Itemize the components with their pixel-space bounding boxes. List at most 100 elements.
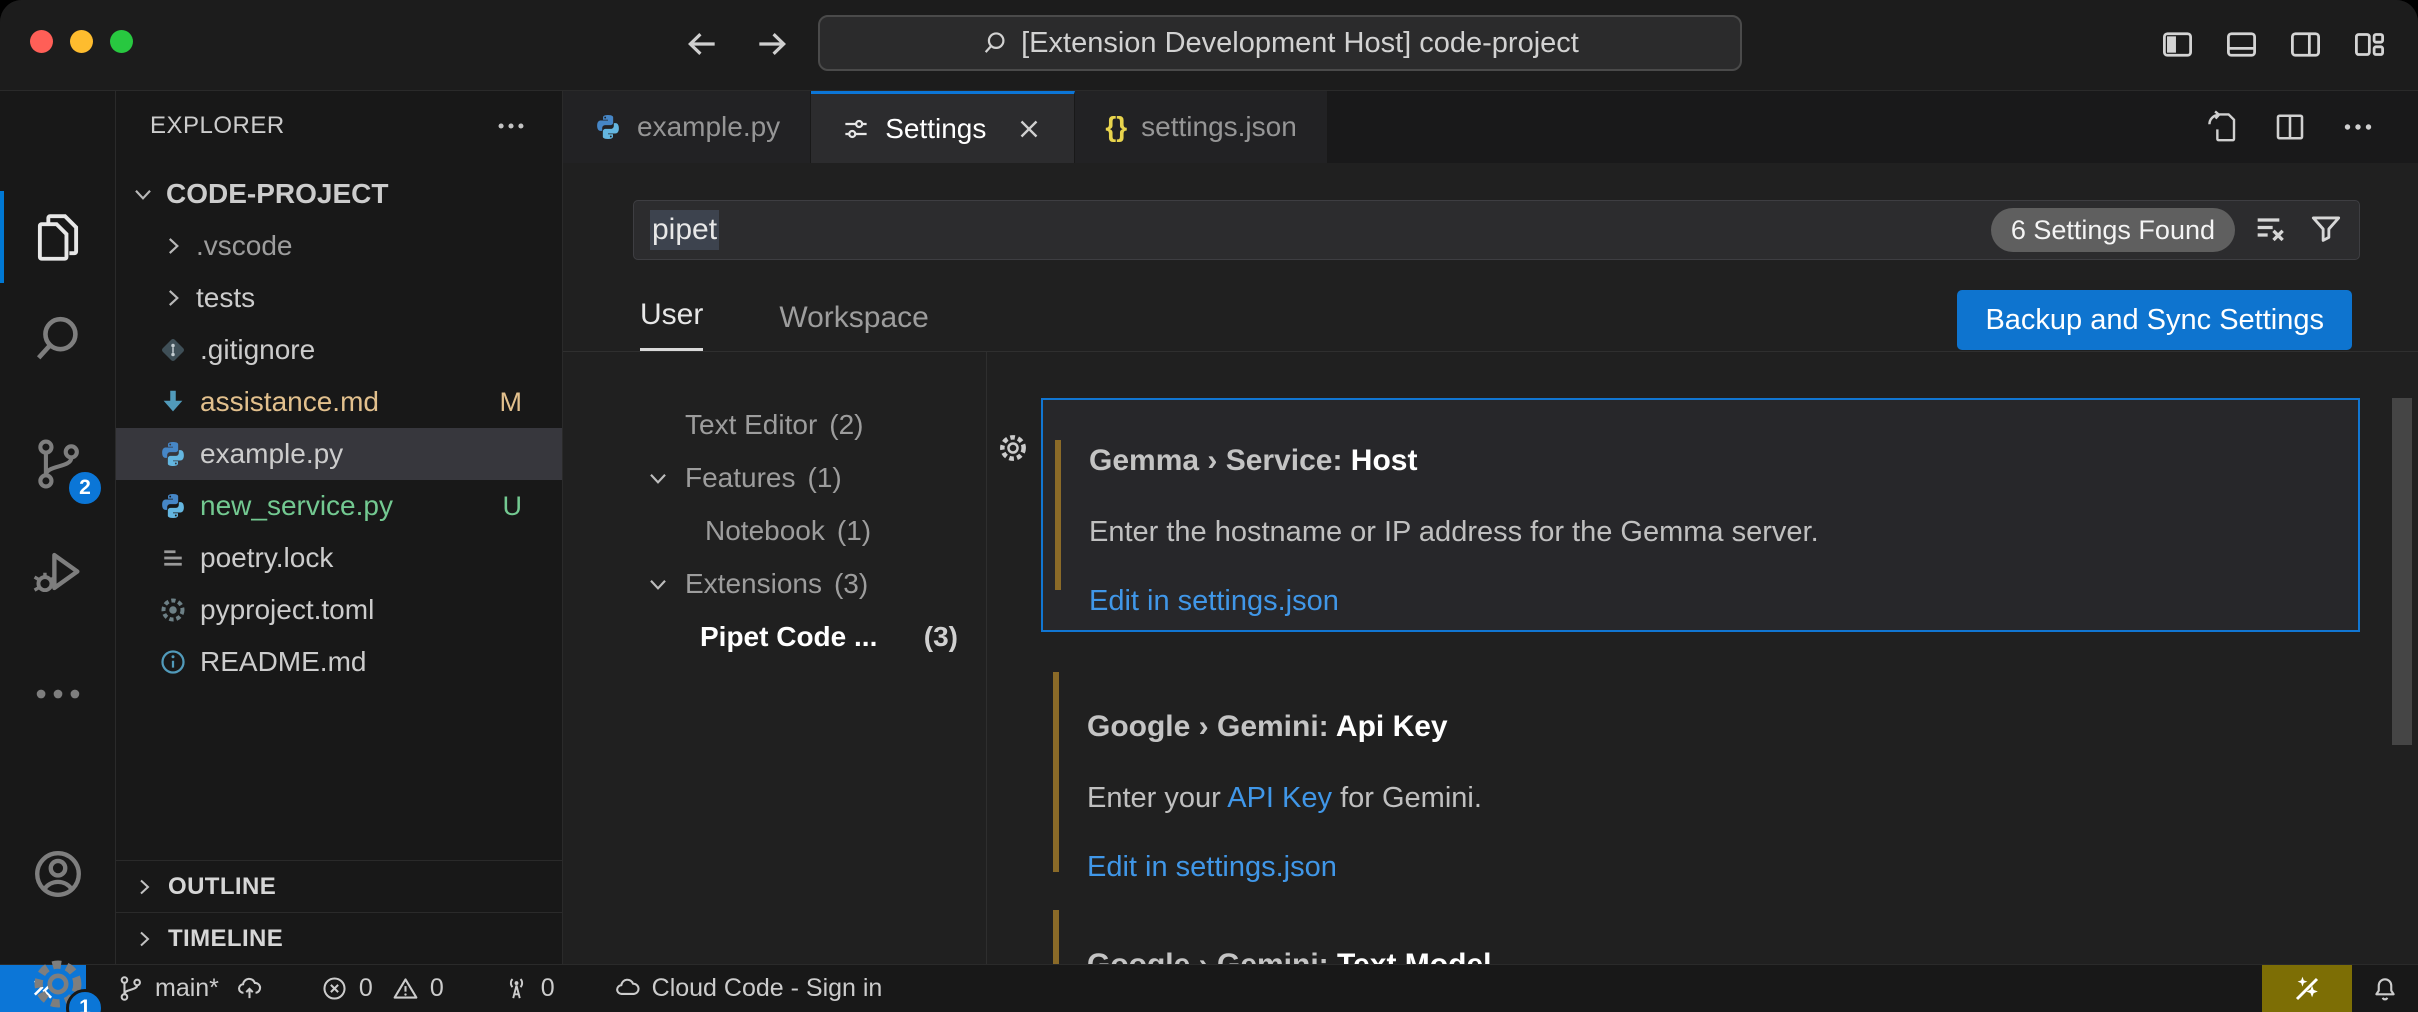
git-status-badge: U	[503, 491, 523, 522]
navigate-back-button[interactable]	[680, 22, 724, 66]
backup-sync-settings-button[interactable]: Backup and Sync Settings	[1957, 290, 2352, 350]
git-branch-icon	[116, 974, 145, 1003]
cloud-code-status-item[interactable]: Cloud Code - Sign in	[597, 974, 899, 1003]
toc-notebook[interactable]: Notebook (1)	[563, 504, 986, 557]
run-debug-icon[interactable]	[29, 543, 87, 601]
timeline-section-header[interactable]: TIMELINE	[116, 912, 562, 964]
tree-root-code-project[interactable]: CODE-PROJECT	[116, 168, 562, 220]
more-actions-icon[interactable]	[2340, 109, 2376, 145]
navigate-forward-button[interactable]	[750, 22, 794, 66]
minimize-window-button[interactable]	[70, 30, 93, 53]
settings-toc: Text Editor (2) Features (1) Notebook (1…	[563, 352, 987, 964]
branch-status-item[interactable]: main*	[100, 974, 280, 1003]
toggle-panel-icon[interactable]	[2223, 26, 2260, 63]
status-bar: main* 0 0 0 Cloud Code - Sign in	[0, 964, 2418, 1012]
problems-status-item[interactable]: 0 0	[304, 974, 460, 1003]
accounts-icon[interactable]	[29, 845, 87, 903]
zoom-window-button[interactable]	[110, 30, 133, 53]
explorer-icon[interactable]	[29, 208, 87, 266]
error-icon	[320, 974, 349, 1003]
tree-item-vscode[interactable]: .vscode	[116, 220, 562, 272]
edit-in-settings-json-link[interactable]: Edit in settings.json	[1089, 585, 2358, 618]
info-icon	[158, 647, 188, 677]
close-window-button[interactable]	[30, 30, 53, 53]
search-icon	[981, 29, 1009, 57]
tree-item-poetry-lock[interactable]: poetry.lock	[116, 532, 562, 584]
chevron-right-icon	[132, 875, 156, 899]
settings-scrollbar[interactable]	[2392, 398, 2412, 745]
editor-group: example.py Settings {} settings.json	[563, 91, 2418, 964]
sidebar-title: EXPLORER	[150, 112, 285, 140]
window-title: [Extension Development Host] code-projec…	[1021, 27, 1579, 60]
settings-body: Text Editor (2) Features (1) Notebook (1…	[563, 352, 2418, 964]
split-editor-icon[interactable]	[2272, 109, 2308, 145]
tree-item-readme-md[interactable]: README.md	[116, 636, 562, 688]
settings-editor: pipet 6 Settings Found User Workspace Ba…	[563, 163, 2418, 964]
toc-text-editor[interactable]: Text Editor (2)	[563, 398, 986, 451]
settings-scope-tabs: User Workspace Backup and Sync Settings	[563, 260, 2418, 352]
tab-settings-json[interactable]: {} settings.json	[1075, 91, 1327, 163]
modified-indicator	[1053, 910, 1059, 964]
setting-google-gemini-text-model[interactable]: Google › Gemini: Text Model	[1041, 904, 2360, 964]
python-icon	[158, 439, 188, 469]
search-view-icon[interactable]	[29, 310, 87, 368]
tree-item-new-service-py[interactable]: new_service.py U	[116, 480, 562, 532]
setting-gemma-service-host[interactable]: Gemma › Service: Host Enter the hostname…	[1041, 398, 2360, 632]
tree-item-example-py[interactable]: example.py	[116, 428, 562, 480]
toggle-primary-sidebar-icon[interactable]	[2159, 26, 2196, 63]
explorer-more-actions-icon[interactable]	[494, 109, 528, 143]
modified-indicator	[1055, 440, 1061, 590]
tree-item-tests[interactable]: tests	[116, 272, 562, 324]
search-value: pipet	[650, 210, 719, 250]
tree-item-gitignore[interactable]: .gitignore	[116, 324, 562, 376]
clear-filters-icon[interactable]	[2251, 210, 2291, 250]
chevron-down-icon	[645, 571, 671, 597]
gear-file-icon	[158, 595, 188, 625]
warning-icon	[391, 974, 420, 1003]
more-views-icon[interactable]	[29, 665, 87, 723]
settings-list: Gemma › Service: Host Enter the hostname…	[987, 352, 2418, 964]
source-control-badge: 2	[66, 469, 104, 507]
toggle-secondary-sidebar-icon[interactable]	[2287, 26, 2324, 63]
open-settings-json-icon[interactable]	[2204, 109, 2240, 145]
title-bar: [Extension Development Host] code-projec…	[0, 0, 2418, 90]
extension-highlight-status-item[interactable]	[2262, 965, 2352, 1012]
json-braces-icon: {}	[1105, 111, 1127, 143]
main-area: 2 1 EXPLORER CODE-PROJECT .vscode	[0, 90, 2418, 964]
git-file-icon	[158, 335, 188, 365]
toc-extensions[interactable]: Extensions (3)	[563, 557, 986, 610]
chevron-right-icon	[160, 285, 186, 311]
outline-section-header[interactable]: OUTLINE	[116, 860, 562, 912]
chevron-down-icon	[130, 181, 156, 207]
scope-tab-workspace[interactable]: Workspace	[779, 301, 929, 351]
settings-search-input[interactable]: pipet 6 Settings Found	[633, 200, 2360, 260]
settings-found-badge: 6 Settings Found	[1991, 208, 2235, 252]
git-status-badge: M	[500, 387, 523, 418]
setting-google-gemini-api-key[interactable]: Google › Gemini: Api Key Enter your API …	[1041, 666, 2360, 878]
python-icon	[158, 491, 188, 521]
customize-layout-icon[interactable]	[2351, 26, 2388, 63]
notifications-bell-icon[interactable]	[2352, 965, 2418, 1012]
setting-gear-icon[interactable]	[997, 432, 1029, 464]
window-controls	[30, 30, 133, 53]
vscode-window: [Extension Development Host] code-projec…	[0, 0, 2418, 1012]
api-key-link[interactable]: API Key	[1227, 782, 1332, 814]
cloud-icon	[613, 974, 642, 1003]
toc-features[interactable]: Features (1)	[563, 451, 986, 504]
list-lines-icon	[158, 543, 188, 573]
chevron-down-icon	[645, 465, 671, 491]
toc-pipet-code[interactable]: Pipet Code ... (3)	[563, 610, 986, 663]
filter-funnel-icon[interactable]	[2307, 210, 2347, 250]
python-icon	[593, 112, 623, 142]
activity-bar: 2 1	[0, 91, 116, 964]
tree-item-assistance-md[interactable]: assistance.md M	[116, 376, 562, 428]
broadcast-tower-icon	[502, 974, 531, 1003]
close-tab-icon[interactable]	[1014, 114, 1044, 144]
edit-in-settings-json-link[interactable]: Edit in settings.json	[1087, 851, 2360, 884]
tab-settings[interactable]: Settings	[811, 91, 1075, 163]
command-center[interactable]: [Extension Development Host] code-projec…	[818, 15, 1742, 71]
tab-example-py[interactable]: example.py	[563, 91, 811, 163]
scope-tab-user[interactable]: User	[640, 298, 703, 351]
tree-item-pyproject-toml[interactable]: pyproject.toml	[116, 584, 562, 636]
ports-status-item[interactable]: 0	[486, 974, 571, 1003]
